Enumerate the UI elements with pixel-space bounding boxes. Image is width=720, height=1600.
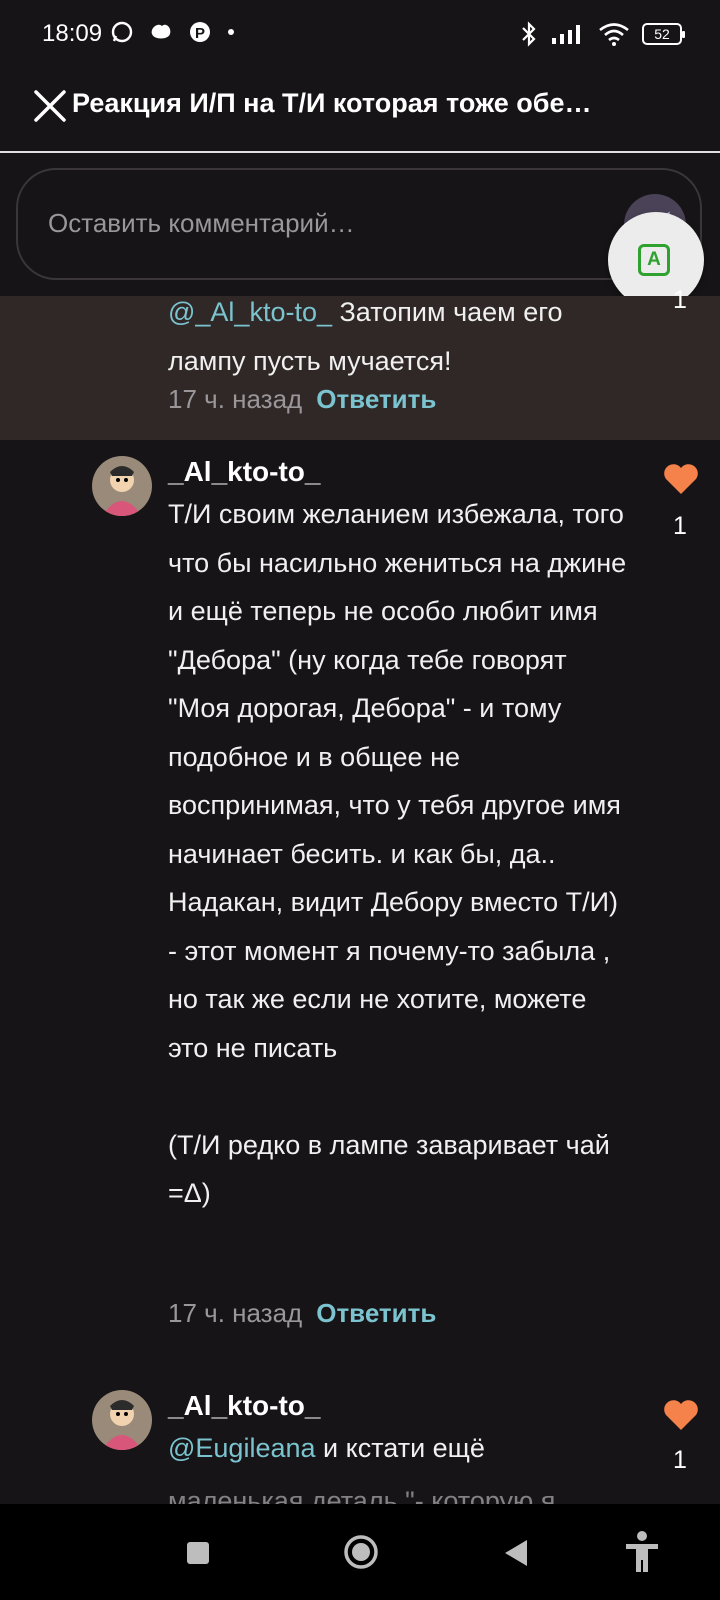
back-icon[interactable] xyxy=(503,1538,529,1568)
comment-meta: 17 ч. назад Ответить xyxy=(168,384,436,415)
like-count: 1 xyxy=(673,286,687,314)
heart-icon[interactable] xyxy=(662,462,700,496)
home-icon[interactable] xyxy=(343,1534,379,1570)
dot-icon xyxy=(228,29,234,35)
comment-text: @_Al_kto-to_ Затопим чаем его лампу пуст… xyxy=(168,297,571,376)
heart-icon[interactable] xyxy=(662,1398,700,1432)
comment-text: Т/И своим желанием избежала, того что бы… xyxy=(168,499,627,1208)
comment-author[interactable]: _Al_kto-to_ xyxy=(168,1390,320,1422)
header-divider xyxy=(0,151,720,153)
comment-text: @Eugileana и кстати ещё xyxy=(168,1433,485,1463)
accessibility-icon[interactable] xyxy=(622,1530,662,1574)
app-icon xyxy=(151,24,171,39)
avatar[interactable] xyxy=(92,1390,152,1450)
like-count: 1 xyxy=(673,1446,687,1474)
comment-mention[interactable]: @Eugileana xyxy=(168,1433,316,1463)
signal-icon xyxy=(552,25,580,44)
recent-apps-icon[interactable] xyxy=(185,1540,211,1566)
reply-button[interactable]: Ответить xyxy=(316,384,436,414)
system-icons: 52 xyxy=(520,20,685,48)
comment-mention[interactable]: @_Al_kto-to_ xyxy=(168,297,332,327)
header: Реакция И/П на Т/И которая тоже обе… xyxy=(0,70,720,150)
comment-input-placeholder: Оставить комментарий… xyxy=(48,208,355,238)
comment-meta: 17 ч. назад Ответить xyxy=(168,1298,436,1329)
page-title: Реакция И/П на Т/И которая тоже обе… xyxy=(72,88,592,118)
pinterest-icon: P xyxy=(190,22,210,42)
navigation-bar xyxy=(0,1504,720,1600)
reply-button[interactable]: Ответить xyxy=(316,1298,436,1328)
svg-text:P: P xyxy=(195,25,205,42)
like-count: 1 xyxy=(673,512,687,540)
status-bar: 18:09 P 52 xyxy=(0,0,720,70)
wifi-icon xyxy=(599,23,629,46)
comment-time: 17 ч. назад xyxy=(168,384,303,414)
battery-icon: 52 xyxy=(642,23,685,45)
translate-icon: A xyxy=(638,244,670,276)
avatar[interactable] xyxy=(92,456,152,516)
close-icon[interactable] xyxy=(30,86,70,126)
notification-icons: P xyxy=(110,20,236,44)
bluetooth-icon xyxy=(522,21,536,47)
status-time: 18:09 xyxy=(42,20,103,47)
comment-input[interactable]: Оставить комментарий… xyxy=(16,168,702,280)
comment-author[interactable]: _Al_kto-to_ xyxy=(168,456,320,488)
whatsapp-icon xyxy=(111,21,133,43)
highlighted-comment: @_Al_kto-to_ Затопим чаем его лампу пуст… xyxy=(0,286,720,440)
comment-time: 17 ч. назад xyxy=(168,1298,303,1328)
